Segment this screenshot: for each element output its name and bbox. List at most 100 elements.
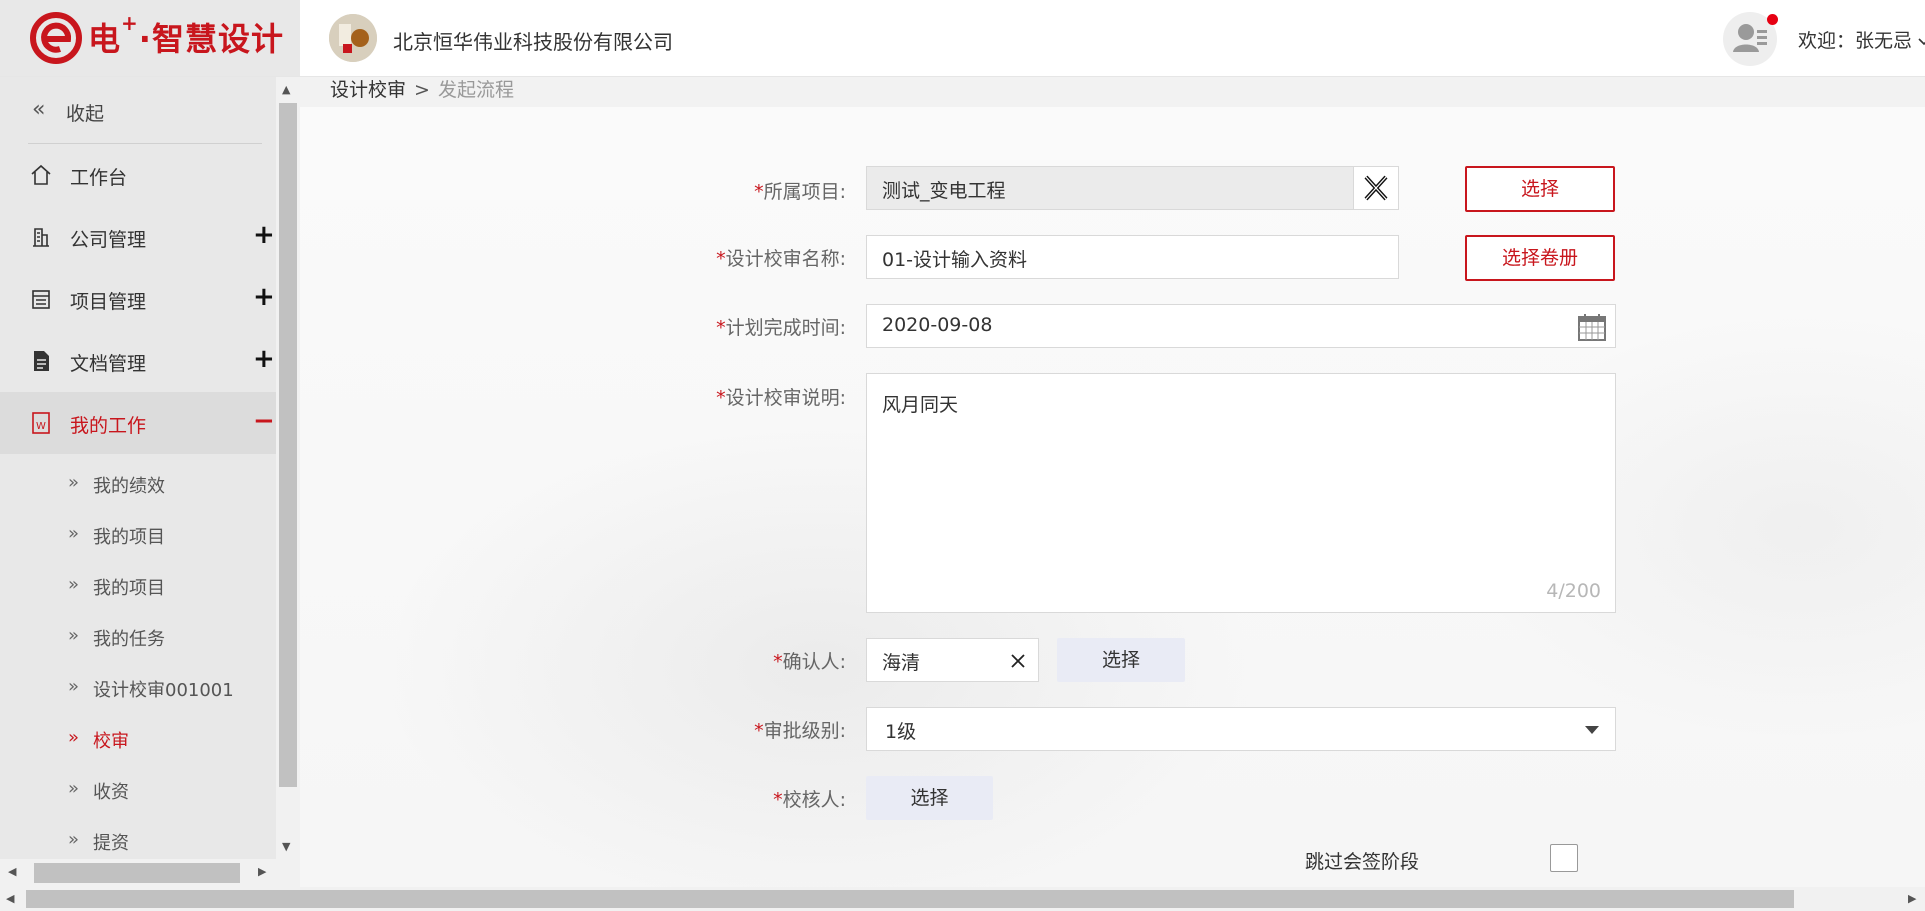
plan-date-input[interactable]: 2020-09-08 xyxy=(866,304,1616,348)
sidebar-subitem-label: 设计校审001001 xyxy=(93,680,234,701)
building-icon xyxy=(33,228,49,247)
scrollbar-thumb[interactable] xyxy=(26,890,1794,908)
confirmer-tag-input[interactable]: 海清 xyxy=(866,638,1039,682)
double-chevron-right-icon: » xyxy=(68,472,80,493)
project-value: 测试_变电工程 xyxy=(882,180,1006,202)
expand-plus-icon[interactable]: + xyxy=(253,344,275,374)
sidebar-subitem-label: 收资 xyxy=(93,782,129,803)
select-project-button[interactable]: 选择 xyxy=(1465,166,1615,212)
plan-date-value: 2020-09-08 xyxy=(882,314,993,336)
logo-text: 电+·智慧设计 xyxy=(88,11,284,58)
notification-dot xyxy=(1767,14,1778,25)
sidebar-subitem-label: 我的项目 xyxy=(93,578,165,599)
plan-date-label: *计划完成时间: xyxy=(716,317,846,339)
logo-e-icon xyxy=(30,12,82,64)
sidebar: « 收起 工作台 公司管理 + 项目管理 + 文档管理 + W 我的工作 − »… xyxy=(0,77,276,859)
double-chevron-right-icon: » xyxy=(68,523,80,544)
sidebar-item-label: 项目管理 xyxy=(70,291,147,313)
sidebar-subitem[interactable]: » 我的绩效 xyxy=(0,458,276,508)
select-volume-button[interactable]: 选择卷册 xyxy=(1465,235,1615,281)
double-chevron-left-icon: « xyxy=(32,97,46,122)
review-name-input[interactable]: 01-设计输入资料 xyxy=(866,235,1399,279)
sidebar-subitem[interactable]: » 收资 xyxy=(0,764,276,814)
sidebar-subitem[interactable]: » 我的任务 xyxy=(0,611,276,661)
welcome-text: 欢迎：张无忌 xyxy=(1798,30,1913,52)
logo-area: 电+·智慧设计 xyxy=(0,0,300,76)
sidebar-item-label: 工作台 xyxy=(70,167,128,189)
sidebar-subitem-label: 校审 xyxy=(93,731,129,752)
collapse-label: 收起 xyxy=(66,103,105,125)
review-name-label: *设计校审名称: xyxy=(716,248,846,270)
sidebar-vertical-scrollbar[interactable]: ▲ ▼ xyxy=(276,77,300,859)
sidebar-subitem-active[interactable]: » 校审 xyxy=(0,713,276,763)
sidebar-item-label: 公司管理 xyxy=(70,229,147,251)
review-name-value: 01-设计输入资料 xyxy=(882,249,1028,271)
top-bar: 电+·智慧设计 北京恒华伟业科技股份有限公司 欢迎：张无忌 xyxy=(0,0,1925,77)
sidebar-item-documents[interactable]: 文档管理 + xyxy=(0,330,276,392)
chevron-down-icon xyxy=(1918,30,1925,52)
breadcrumb-link[interactable]: 设计校审 xyxy=(330,79,406,101)
sidebar-item-label: 我的工作 xyxy=(70,415,147,437)
main-horizontal-scrollbar[interactable]: ◀ ▶ xyxy=(0,887,1925,911)
scroll-left-arrow-icon[interactable]: ◀ xyxy=(8,865,16,878)
breadcrumb-current: 发起流程 xyxy=(437,79,514,101)
document-icon xyxy=(34,351,49,371)
expand-plus-icon[interactable]: + xyxy=(253,282,275,312)
confirmer-value: 海清 xyxy=(882,652,921,674)
sidebar-subitem-label: 我的任务 xyxy=(93,629,165,650)
breadcrumb-separator: > xyxy=(414,79,430,101)
skip-countersign-checkbox[interactable] xyxy=(1550,844,1578,872)
scroll-up-arrow-icon[interactable]: ▲ xyxy=(282,83,290,96)
select-checker-button[interactable]: 选择 xyxy=(866,776,993,820)
checker-label: *校核人: xyxy=(773,789,846,811)
sidebar-collapse-button[interactable]: « 收起 xyxy=(0,77,276,143)
scroll-left-arrow-icon[interactable]: ◀ xyxy=(6,892,14,905)
approval-level-select[interactable]: 1级 xyxy=(866,707,1616,751)
project-field[interactable]: 测试_变电工程 xyxy=(866,166,1399,210)
sidebar-item-workbench[interactable]: 工作台 xyxy=(0,144,276,206)
select-confirmer-button[interactable]: 选择 xyxy=(1057,638,1185,682)
dropdown-caret-icon xyxy=(1585,726,1599,734)
skip-countersign-label: 跳过会签阶段 xyxy=(1305,851,1420,873)
breadcrumb: 设计校审 > 发起流程 xyxy=(330,77,514,102)
scroll-right-arrow-icon[interactable]: ▶ xyxy=(258,865,266,878)
sidebar-subitem[interactable]: » 提资 xyxy=(0,815,276,859)
scrollbar-thumb[interactable] xyxy=(279,103,297,787)
company-avatar xyxy=(329,14,377,62)
double-chevron-right-icon: » xyxy=(68,778,80,799)
sidebar-subitem[interactable]: » 设计校审001001 xyxy=(0,662,276,712)
expand-plus-icon[interactable]: + xyxy=(253,220,275,250)
approval-level-label: *审批级别: xyxy=(754,720,846,742)
approval-level-value: 1级 xyxy=(885,721,917,743)
double-chevron-right-icon: » xyxy=(68,727,80,748)
confirmer-label: *确认人: xyxy=(773,651,846,673)
sidebar-subitem[interactable]: » 我的项目 xyxy=(0,509,276,559)
sidebar-subitem-label: 我的项目 xyxy=(93,527,165,548)
close-icon xyxy=(1364,175,1388,201)
description-value: 风月同天 xyxy=(882,394,959,416)
sidebar-item-label: 文档管理 xyxy=(70,353,147,375)
company-name: 北京恒华伟业科技股份有限公司 xyxy=(393,30,673,54)
breadcrumb-bar: 设计校审 > 发起流程 xyxy=(300,77,1925,107)
scrollbar-thumb[interactable] xyxy=(34,863,240,883)
svg-text:W: W xyxy=(36,421,46,432)
sidebar-subitem-label: 我的绩效 xyxy=(93,476,165,497)
close-icon[interactable] xyxy=(1010,653,1026,669)
user-menu[interactable]: 欢迎：张无忌 xyxy=(1798,26,1925,53)
calendar-icon[interactable] xyxy=(1577,312,1607,342)
project-label: *所属项目: xyxy=(754,181,846,203)
sidebar-item-project[interactable]: 项目管理 + xyxy=(0,268,276,330)
clear-button[interactable] xyxy=(1353,167,1398,209)
sidebar-subitem[interactable]: » 我的项目 xyxy=(0,560,276,610)
description-textarea[interactable]: 风月同天 4/200 xyxy=(866,373,1616,613)
scroll-right-arrow-icon[interactable]: ▶ xyxy=(1908,892,1916,905)
collapse-minus-icon[interactable]: − xyxy=(253,406,275,436)
main-content: 设计校审 > 发起流程 *所属项目: 测试_变电工程 选择 *设计校审名称: 01-… xyxy=(300,77,1925,887)
sidebar-item-company[interactable]: 公司管理 + xyxy=(0,206,276,268)
sidebar-horizontal-scrollbar[interactable]: ◀ ▶ xyxy=(0,859,300,887)
home-icon xyxy=(31,164,51,185)
sidebar-item-my-work[interactable]: W 我的工作 − xyxy=(0,392,276,454)
word-doc-icon: W xyxy=(32,412,50,434)
description-label: *设计校审说明: xyxy=(716,387,846,409)
scroll-down-arrow-icon[interactable]: ▼ xyxy=(282,840,290,853)
